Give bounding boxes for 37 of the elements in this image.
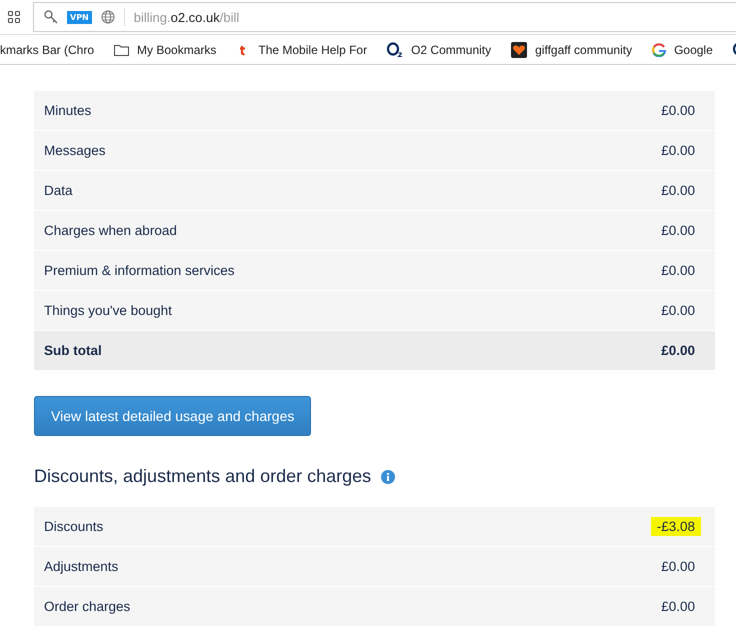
charge-amount: £0.00 xyxy=(661,223,695,238)
folder-icon xyxy=(114,44,130,56)
charge-amount: £0.00 xyxy=(661,559,695,574)
charge-label: Messages xyxy=(44,143,106,158)
apps-icon[interactable] xyxy=(8,11,20,23)
charge-amount: £0.00 xyxy=(661,143,695,158)
o2-logo-icon xyxy=(387,42,404,58)
bookmark-item[interactable]: O2 Community xyxy=(387,42,492,58)
bookmark-item[interactable]: My Bookmarks xyxy=(114,42,216,56)
section-title: Discounts, adjustments and order charges xyxy=(34,466,372,487)
charge-amount: £0.00 xyxy=(661,599,695,614)
usage-button[interactable]: View latest detailed usage and charges xyxy=(34,396,312,436)
info-icon[interactable] xyxy=(381,470,396,484)
bookmark-item[interactable]: kmarks Bar (Chro xyxy=(0,42,94,56)
charge-label: Minutes xyxy=(44,103,92,118)
globe-icon xyxy=(100,10,115,24)
subtotal-label: Sub total xyxy=(44,343,102,358)
subtotal-amount: £0.00 xyxy=(661,343,695,358)
key-icon xyxy=(44,10,58,24)
charge-label: Things you've bought xyxy=(44,303,172,318)
charge-amount: £0.00 xyxy=(661,263,695,278)
bookmark-item[interactable]: giffgaff community xyxy=(511,42,632,58)
charge-amount: £0.00 xyxy=(661,303,695,318)
charge-label: Charges when abroad xyxy=(44,223,177,238)
charge-amount: £0.00 xyxy=(661,103,695,118)
bookmark-item[interactable]: The Mobile Help For xyxy=(236,42,368,56)
url-text: billing.o2.co.uk/bill xyxy=(134,10,240,24)
bookmark-item[interactable]: Google xyxy=(652,42,713,56)
charge-label: Data xyxy=(44,183,73,198)
charge-label: Premium & information services xyxy=(44,263,235,278)
charge-amount: -£3.08 xyxy=(650,517,701,536)
address-field[interactable]: VPN billing.o2.co.uk/bill xyxy=(33,2,736,32)
charge-label: Order charges xyxy=(44,599,130,614)
charge-label: Adjustments xyxy=(44,559,118,574)
charge-label: Discounts xyxy=(44,519,104,534)
charge-amount: £0.00 xyxy=(661,183,695,198)
g-logo-icon xyxy=(652,42,666,56)
